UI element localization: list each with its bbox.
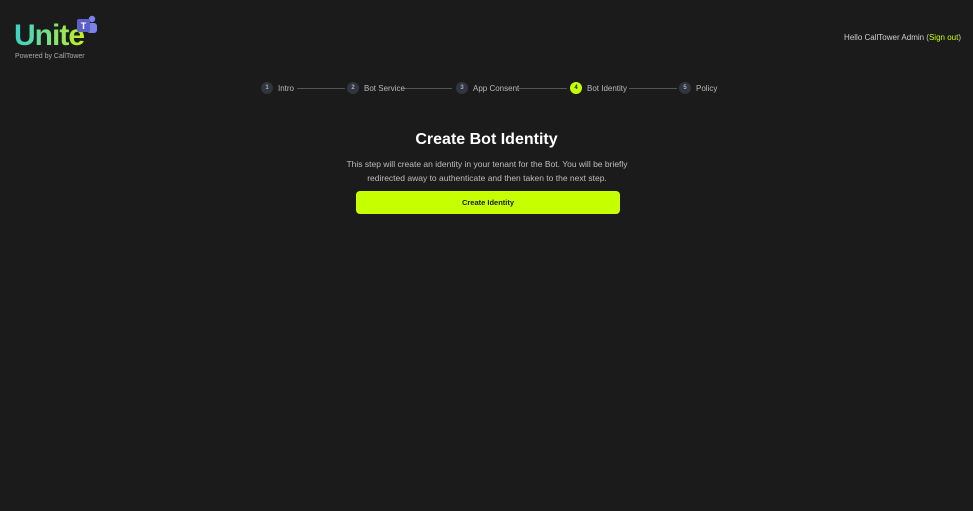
step-label: App Consent xyxy=(473,83,520,93)
page-title: Create Bot Identity xyxy=(415,131,558,148)
greeting-close-paren: ) xyxy=(958,33,961,42)
teams-badge-letter: T xyxy=(81,21,87,31)
logo-wordmark: Unite xyxy=(14,19,85,52)
step-connector xyxy=(519,88,567,89)
page: Unite T Powered by CallTower Hello CallT… xyxy=(0,0,973,511)
unite-logo[interactable]: Unite T Powered by CallTower xyxy=(14,14,104,64)
user-greeting: Hello CallTower Admin (Sign out) xyxy=(844,33,961,42)
step-number: 1 xyxy=(261,82,273,94)
greeting-text: Hello CallTower Admin ( xyxy=(844,33,929,42)
create-identity-button[interactable]: Create Identity xyxy=(356,191,620,214)
step-label: Policy xyxy=(696,83,718,93)
step-description: This step will create an identity in you… xyxy=(346,159,628,183)
sign-out-link[interactable]: Sign out xyxy=(929,33,958,42)
step-label: Bot Service xyxy=(364,83,405,93)
step-connector xyxy=(404,88,452,89)
step-connector xyxy=(629,88,677,89)
step-number: 5 xyxy=(679,82,691,94)
step-bot-service[interactable]: 2 Bot Service xyxy=(347,81,405,95)
step-app-consent[interactable]: 3 App Consent xyxy=(456,81,519,95)
step-connector xyxy=(297,88,345,89)
setup-stepper: 1 Intro 2 Bot Service 3 App Consent 4 Bo… xyxy=(261,81,721,95)
step-policy[interactable]: 5 Policy xyxy=(679,81,717,95)
step-bot-identity[interactable]: 4 Bot Identity xyxy=(570,81,627,95)
step-number: 4 xyxy=(570,82,582,94)
step-label: Intro xyxy=(278,83,295,93)
step-intro[interactable]: 1 Intro xyxy=(261,81,294,95)
step-number: 3 xyxy=(456,82,468,94)
step-label: Bot Identity xyxy=(587,83,628,93)
teams-icon: T xyxy=(77,15,97,33)
logo-tagline: Powered by CallTower xyxy=(15,53,85,60)
step-number: 2 xyxy=(347,82,359,94)
